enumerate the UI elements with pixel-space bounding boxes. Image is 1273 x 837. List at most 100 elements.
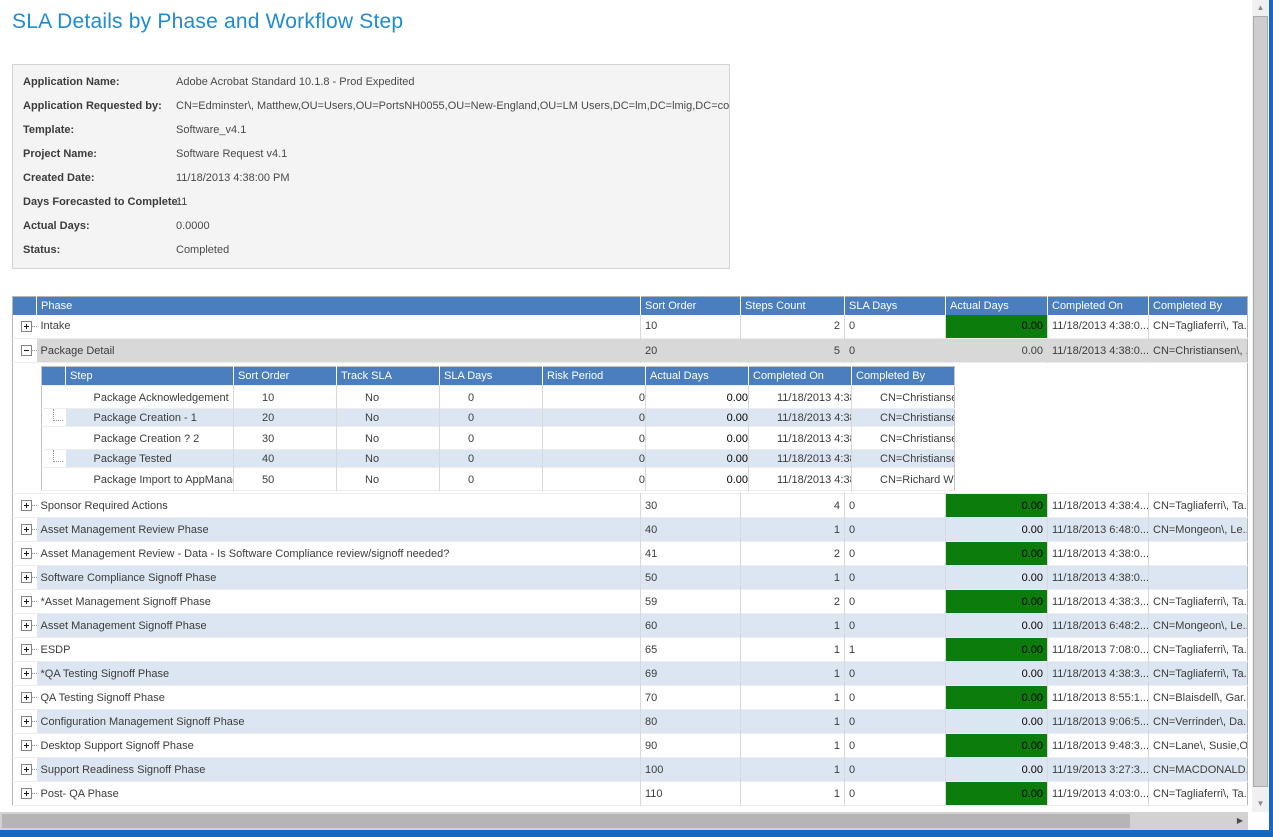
sla-days: 0: [440, 427, 543, 450]
actual-days-green-cell: 0.00: [646, 409, 749, 427]
info-row: Created Date:11/18/2013 4:38:00 PM: [13, 166, 729, 190]
expand-toggle[interactable]: [13, 566, 37, 590]
col-header-completed-on: Completed On: [749, 367, 852, 386]
completed-on: 11/18/2013 4:38:0...: [749, 386, 852, 409]
expand-toggle[interactable]: [13, 590, 37, 614]
tree-line-icon: [32, 529, 37, 530]
expand-toggle[interactable]: [13, 710, 37, 734]
step-row[interactable]: Package Tested40No000.0011/18/2013 4:38:…: [42, 450, 955, 468]
step-row[interactable]: Package Creation - 120No000.0011/18/2013…: [42, 409, 955, 427]
step-row[interactable]: Package Creation ? 230No000.0011/18/2013…: [42, 427, 955, 450]
actual-days-green-cell: 0.00: [946, 662, 1048, 686]
completed-by: CN=Blaisdell\, Gar...: [1149, 686, 1248, 710]
phase-row[interactable]: Configuration Management Signoff Phase80…: [13, 710, 1248, 734]
risk-period: 0: [543, 427, 646, 450]
horizontal-scrollbar-thumb[interactable]: [2, 814, 1130, 828]
sort-order: 50: [234, 468, 337, 491]
phase-row[interactable]: Asset Management Signoff Phase60100.0011…: [13, 614, 1248, 638]
step-name: Package Creation - 1: [66, 409, 234, 427]
phase-row[interactable]: Intake10200.0011/18/2013 4:38:0...CN=Tag…: [13, 315, 1248, 339]
expand-toggle[interactable]: [13, 614, 37, 638]
plus-icon[interactable]: [21, 596, 32, 607]
completed-on: 11/18/2013 4:38:0...: [749, 468, 852, 491]
risk-period: 0: [543, 468, 646, 491]
actual-days-green-cell: 0.00: [946, 638, 1048, 662]
vertical-scrollbar-thumb[interactable]: [1253, 16, 1268, 787]
phase-row[interactable]: Asset Management Review - Data - Is Soft…: [13, 542, 1248, 566]
step-name: Package Tested: [66, 450, 234, 468]
plus-icon[interactable]: [21, 500, 32, 511]
sla-days: 0: [845, 710, 946, 734]
expand-toggle[interactable]: [13, 518, 37, 542]
sort-order: 10: [234, 386, 337, 409]
horizontal-scrollbar[interactable]: ▶: [0, 812, 1248, 830]
expand-toggle[interactable]: [13, 494, 37, 518]
phase-row[interactable]: Software Compliance Signoff Phase50100.0…: [13, 566, 1248, 590]
phase-row[interactable]: Desktop Support Signoff Phase90100.0011/…: [13, 734, 1248, 758]
phase-row-expanded[interactable]: Package Detail20500.0011/18/2013 4:38:0.…: [13, 339, 1248, 363]
plus-icon[interactable]: [21, 644, 32, 655]
actual-days-green-cell: 0.00: [946, 566, 1048, 590]
phase-row[interactable]: ESDP65110.0011/18/2013 7:08:0...CN=Tagli…: [13, 638, 1248, 662]
vertical-scrollbar[interactable]: ▲ ▼: [1252, 0, 1269, 812]
phase-name: Support Readiness Signoff Phase: [37, 758, 641, 782]
risk-period: 0: [543, 409, 646, 427]
expand-toggle[interactable]: [13, 734, 37, 758]
phase-name: Software Compliance Signoff Phase: [37, 566, 641, 590]
sla-days: 0: [440, 386, 543, 409]
expand-toggle[interactable]: [13, 339, 37, 363]
plus-icon[interactable]: [21, 668, 32, 679]
phase-row[interactable]: *Asset Management Signoff Phase59200.001…: [13, 590, 1248, 614]
col-header-sort-order: Sort Order: [234, 367, 337, 386]
scroll-up-icon[interactable]: ▲: [1252, 0, 1269, 16]
completed-by: CN=Mongeon\, Le...: [1149, 614, 1248, 638]
expand-toggle[interactable]: [13, 686, 37, 710]
plus-icon[interactable]: [21, 740, 32, 751]
plus-icon[interactable]: [21, 620, 32, 631]
plus-icon[interactable]: [21, 572, 32, 583]
tree-line-icon: [32, 505, 37, 506]
info-value: Completed: [176, 238, 729, 262]
expand-toggle[interactable]: [13, 315, 37, 339]
plus-icon[interactable]: [21, 788, 32, 799]
completed-by: CN=Christiansen\, ...: [852, 386, 955, 409]
phase-row[interactable]: Asset Management Review Phase40100.0011/…: [13, 518, 1248, 542]
plus-icon[interactable]: [21, 716, 32, 727]
phase-row[interactable]: Post- QA Phase110100.0011/19/2013 4:03:0…: [13, 782, 1248, 806]
steps-count: 1: [741, 734, 845, 758]
phase-row[interactable]: *QA Testing Signoff Phase69100.0011/18/2…: [13, 662, 1248, 686]
minus-icon[interactable]: [21, 345, 32, 356]
actual-days-green-cell: 0.00: [946, 518, 1048, 542]
tree-line-icon: [32, 673, 37, 674]
plus-icon[interactable]: [21, 764, 32, 775]
phase-row[interactable]: Support Readiness Signoff Phase100100.00…: [13, 758, 1248, 782]
steps-count: 5: [741, 339, 845, 363]
info-value: Software Request v4.1: [176, 142, 729, 166]
completed-by: CN=Tagliaferri\, Ta...: [1149, 662, 1248, 686]
phase-name: QA Testing Signoff Phase: [37, 686, 641, 710]
expand-toggle[interactable]: [13, 782, 37, 806]
sort-order: 30: [641, 494, 741, 518]
plus-icon[interactable]: [21, 524, 32, 535]
plus-icon[interactable]: [21, 548, 32, 559]
scroll-down-icon[interactable]: ▼: [1252, 796, 1269, 812]
info-label: Application Name:: [13, 70, 176, 94]
expand-toggle[interactable]: [13, 662, 37, 686]
completed-by: CN=Verrinder\, Da...: [1149, 710, 1248, 734]
phase-row[interactable]: Sponsor Required Actions30400.0011/18/20…: [13, 494, 1248, 518]
track-sla: No: [337, 427, 440, 450]
plus-icon[interactable]: [21, 321, 32, 332]
info-value: Adobe Acrobat Standard 10.1.8 - Prod Exp…: [176, 70, 729, 94]
expand-toggle[interactable]: [13, 758, 37, 782]
scroll-right-icon[interactable]: ▶: [1232, 812, 1248, 830]
expand-toggle[interactable]: [13, 638, 37, 662]
info-row: Application Name:Adobe Acrobat Standard …: [13, 70, 729, 94]
expand-toggle[interactable]: [13, 542, 37, 566]
sla-days: 0: [440, 468, 543, 491]
steps-count: 1: [741, 518, 845, 542]
step-row[interactable]: Package Import to AppManager50No000.0011…: [42, 468, 955, 491]
plus-icon[interactable]: [21, 692, 32, 703]
info-value: 11: [176, 190, 729, 214]
phase-row[interactable]: QA Testing Signoff Phase70100.0011/18/20…: [13, 686, 1248, 710]
step-row[interactable]: Package Acknowledgement10No000.0011/18/2…: [42, 386, 955, 409]
